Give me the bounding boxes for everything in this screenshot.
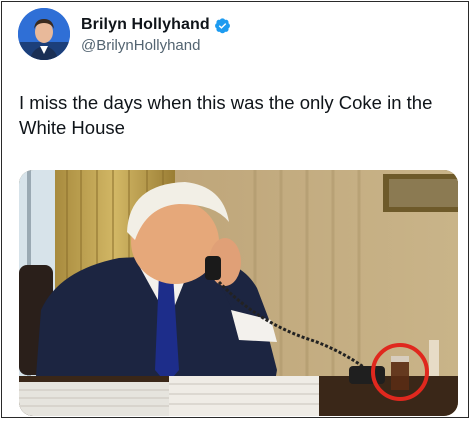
name-row: Brilyn Hollyhand [81,14,231,36]
verified-badge-icon [214,17,231,34]
tweet-card: Brilyn Hollyhand @BrilynHollyhand I miss… [1,1,469,418]
tweet-media-photo[interactable] [19,170,458,416]
tweet-text: I miss the days when this was the only C… [19,92,433,138]
author-info: Brilyn Hollyhand @BrilynHollyhand [81,14,231,54]
avatar[interactable] [18,8,70,60]
user-handle[interactable]: @BrilynHollyhand [81,37,231,54]
display-name[interactable]: Brilyn Hollyhand [81,16,210,34]
tweet-header: Brilyn Hollyhand @BrilynHollyhand [18,8,231,60]
avatar-photo [18,8,70,60]
photo-illustration [19,170,458,416]
